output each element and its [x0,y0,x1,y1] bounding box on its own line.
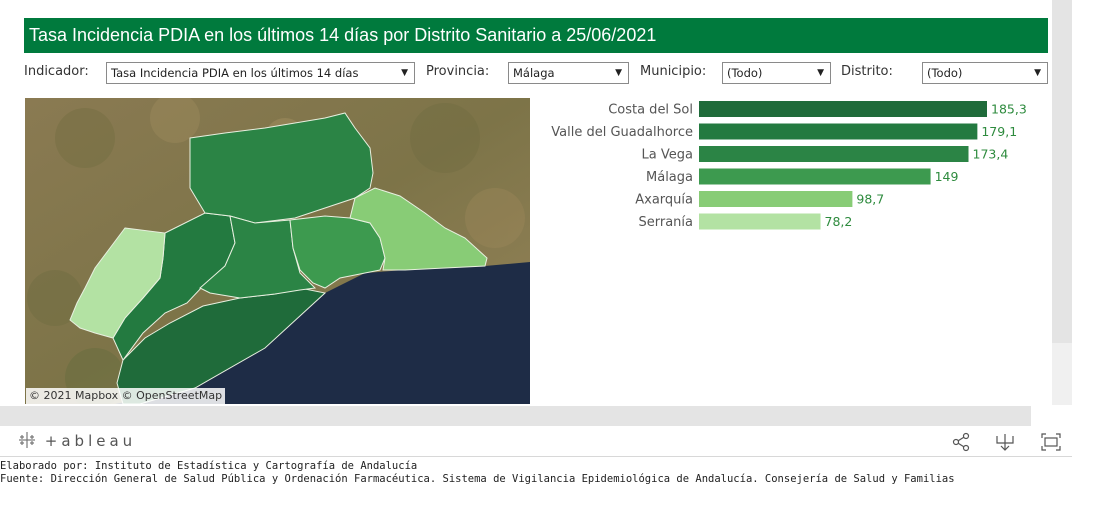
bar-value-label: 185,3 [991,102,1027,117]
bar-category-label: La Vega [642,148,693,163]
tableau-cross-icon [19,432,35,448]
bar-category-label: Axarquía [635,193,693,208]
tableau-viz: Tasa Incidencia PDIA en los últimos 14 d… [0,0,1050,405]
district-map[interactable]: © 2021 Mapbox © OpenStreetMap [25,98,530,404]
bar[interactable] [699,168,931,185]
bar[interactable] [699,191,853,207]
distrito-select[interactable]: (Todo) ▼ [922,62,1048,84]
chevron-down-icon: ▼ [615,68,622,78]
municipio-label: Municipio: [640,64,707,79]
bar-value-label: 173,4 [973,147,1009,162]
bar[interactable] [699,123,978,140]
vertical-scrollbar-track[interactable] [1052,343,1072,405]
bar-value-label: 149 [935,169,959,184]
bar-value-label: 78,2 [825,214,853,229]
indicador-select[interactable]: Tasa Incidencia PDIA en los últimos 14 d… [106,62,415,84]
bar[interactable] [699,213,821,230]
provincia-label: Provincia: [426,64,490,79]
bar-category-label: Valle del Guadalhorce [551,125,693,140]
distrito-select-value: (Todo) [927,66,963,80]
footer-source: Fuente: Dirección General de Salud Públi… [0,473,955,485]
download-icon[interactable] [994,431,1016,453]
incidence-bar-chart[interactable]: Costa del Sol 185,3 Valle del Guadalhorce 1… [540,98,1040,238]
indicador-select-value: Tasa Incidencia PDIA en los últimos 14 d… [111,66,359,80]
bar-value-label: 98,7 [856,192,884,207]
municipio-select[interactable]: (Todo) ▼ [722,62,831,84]
bar-category-label: Serranía [639,215,694,230]
tableau-toolbar: +ableau [0,428,1072,457]
horizontal-scrollbar[interactable] [0,406,1031,426]
bar[interactable] [699,101,987,117]
bar-value-label: 179,1 [981,124,1017,139]
share-icon[interactable] [950,431,972,453]
bar[interactable] [699,146,969,162]
tableau-logo[interactable]: +ableau [18,431,136,450]
bar-category-label: Málaga [646,170,693,185]
map-attribution[interactable]: © 2021 Mapbox © OpenStreetMap [26,388,226,404]
tableau-wordmark: +ableau [44,432,137,450]
bar-category-label: Costa del Sol [608,103,693,118]
footer-author: Elaborado por: Instituto de Estadística … [0,460,418,472]
chevron-down-icon: ▼ [1034,68,1041,78]
source-footer: Elaborado por: Instituto de Estadística … [0,460,955,486]
chevron-down-icon: ▼ [401,68,408,78]
distrito-label: Distrito: [841,64,893,79]
chevron-down-icon: ▼ [817,68,824,78]
dashboard-title: Tasa Incidencia PDIA en los últimos 14 d… [24,18,1048,53]
vertical-scrollbar[interactable] [1052,0,1072,343]
provincia-select-value: Málaga [513,66,555,80]
indicador-label: Indicador: [24,64,89,79]
municipio-select-value: (Todo) [727,66,763,80]
provincia-select[interactable]: Málaga ▼ [508,62,629,84]
fullscreen-icon[interactable] [1040,431,1062,453]
